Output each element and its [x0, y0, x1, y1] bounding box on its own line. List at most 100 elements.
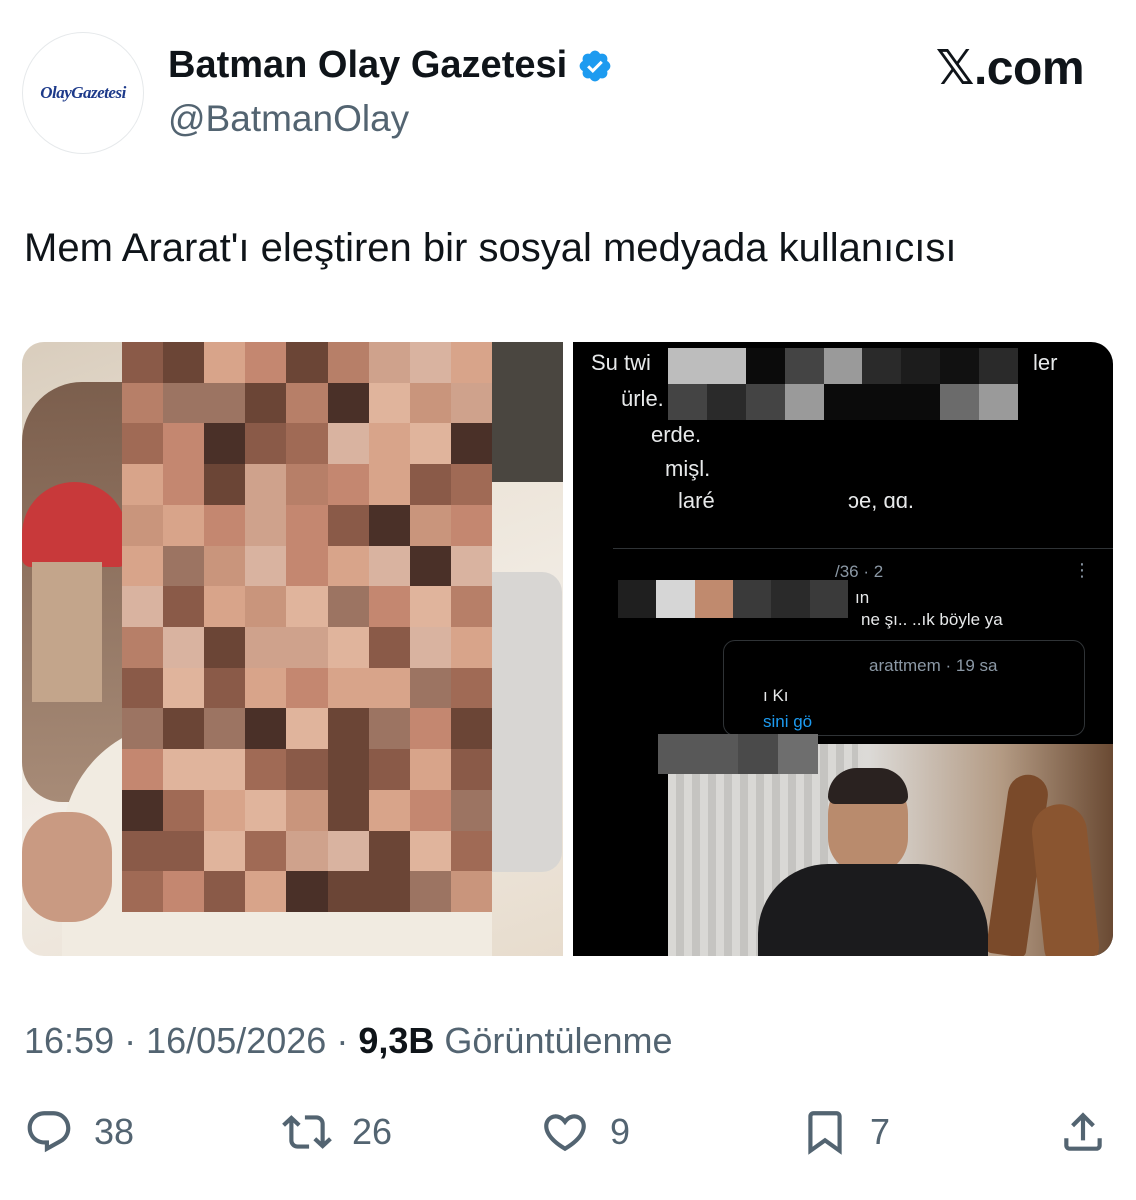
- mosaic-block: [940, 348, 980, 384]
- mosaic-block: [450, 749, 492, 790]
- mosaic-block: [409, 464, 451, 505]
- media-photo-left[interactable]: [22, 342, 563, 956]
- mosaic-block: [409, 627, 451, 668]
- mosaic-block: [450, 504, 492, 546]
- mosaic-block: [122, 749, 164, 790]
- pixelated-avatar-mosaic: [658, 734, 818, 774]
- mosaic-block: [327, 382, 369, 424]
- avatar[interactable]: OlayGazetesi: [22, 32, 144, 154]
- mosaic-block: [618, 580, 657, 618]
- mosaic-block: [204, 708, 246, 750]
- mosaic-block: [368, 830, 410, 872]
- photo-hand-shape: [22, 812, 112, 922]
- screenshot-quoted-link: sini gö: [763, 712, 813, 731]
- share-button[interactable]: [1058, 1100, 1108, 1164]
- screenshot-text-line-1: Su twi: [591, 350, 651, 375]
- mosaic-block: [163, 382, 205, 424]
- pixelated-username-mosaic: [668, 348, 1018, 420]
- mosaic-block: [409, 789, 451, 831]
- mosaic-block: [286, 504, 328, 546]
- mosaic-block: [122, 586, 164, 627]
- mosaic-block: [286, 382, 328, 424]
- mosaic-block: [368, 586, 410, 627]
- views-count: 9,3B: [358, 1020, 435, 1061]
- mosaic-block: [204, 545, 246, 587]
- mosaic-block: [245, 789, 287, 831]
- tweet-media[interactable]: Su twi ler ürle. erde. mişl. laré ɔe, ɑɑ…: [22, 342, 1113, 956]
- mosaic-block: [668, 384, 707, 420]
- video-man-body: [758, 864, 988, 956]
- tweet-timestamp[interactable]: 16:59 · 16/05/2026 · 9,3B Görüntülenme: [24, 1020, 673, 1062]
- mosaic-block: [368, 504, 410, 546]
- mosaic-block: [901, 384, 941, 420]
- pixelated-face-mosaic: [122, 342, 492, 912]
- tweet-text: Mem Ararat'ı eleştiren bir sosyal medyad…: [24, 226, 957, 270]
- reply-icon: [27, 1111, 71, 1153]
- mosaic-block: [286, 545, 328, 587]
- mosaic-block: [286, 708, 328, 750]
- mosaic-block: [286, 871, 328, 912]
- mosaic-block: [286, 830, 328, 872]
- screenshot-text-line-2: ürle.: [621, 386, 664, 411]
- reply-button[interactable]: 38: [24, 1100, 134, 1164]
- mosaic-block: [809, 580, 848, 618]
- video-instrument-2: [1029, 801, 1102, 956]
- mosaic-block: [409, 830, 451, 872]
- mosaic-block: [368, 627, 410, 668]
- mosaic-block: [409, 586, 451, 627]
- pixelated-reply-mosaic: [618, 580, 848, 618]
- mosaic-block: [450, 667, 492, 709]
- like-button[interactable]: 9: [540, 1100, 630, 1164]
- mosaic-block: [163, 749, 205, 790]
- mosaic-block: [163, 667, 205, 709]
- screenshot-reply-line-1: ın: [855, 588, 870, 607]
- mosaic-block: [245, 627, 287, 668]
- mosaic-block: [286, 586, 328, 627]
- mosaic-block: [409, 423, 451, 465]
- mosaic-block: [450, 382, 492, 424]
- mosaic-block: [286, 667, 328, 709]
- mosaic-block: [286, 342, 328, 383]
- mosaic-block: [745, 348, 785, 384]
- mosaic-block: [204, 342, 246, 383]
- bookmark-button[interactable]: 7: [800, 1100, 890, 1164]
- mosaic-block: [245, 382, 287, 424]
- repost-count: 26: [352, 1111, 393, 1152]
- share-icon: [1064, 1112, 1102, 1151]
- user-handle[interactable]: @BatmanOlay: [168, 98, 409, 140]
- mosaic-block: [204, 627, 246, 668]
- mosaic-block: [784, 348, 824, 384]
- mosaic-block: [204, 586, 246, 627]
- mosaic-block: [368, 545, 410, 587]
- mosaic-block: [658, 734, 698, 774]
- avatar-logo-text: OlayGazetesi: [40, 83, 126, 102]
- mosaic-block: [204, 464, 246, 505]
- x-com-logo: 𝕏.com: [935, 42, 1085, 95]
- mosaic-block: [327, 708, 369, 750]
- mosaic-block: [409, 342, 451, 383]
- display-name[interactable]: Batman Olay Gazetesi: [168, 44, 613, 87]
- display-name-text: Batman Olay Gazetesi: [168, 44, 568, 86]
- mosaic-block: [245, 545, 287, 587]
- mosaic-block: [732, 580, 772, 618]
- mosaic-block: [327, 627, 369, 668]
- mosaic-block: [409, 708, 451, 750]
- mosaic-block: [245, 830, 287, 872]
- repost-button[interactable]: 26: [282, 1100, 392, 1164]
- mosaic-block: [286, 627, 328, 668]
- mosaic-block: [122, 830, 164, 872]
- mosaic-block: [163, 545, 205, 587]
- mosaic-block: [327, 504, 369, 546]
- mosaic-block: [694, 580, 733, 618]
- mosaic-block: [368, 749, 410, 790]
- screenshot-quoted-meta: arattmem · 19 sa: [869, 656, 998, 675]
- bookmark-icon: [808, 1111, 842, 1155]
- mosaic-block: [327, 586, 369, 627]
- media-screenshot-right[interactable]: Su twi ler ürle. erde. mişl. laré ɔe, ɑɑ…: [573, 342, 1113, 956]
- mosaic-block: [286, 789, 328, 831]
- screenshot-text-line-4: mişl.: [665, 456, 711, 481]
- mosaic-block: [409, 504, 451, 546]
- mosaic-block: [450, 464, 492, 505]
- mosaic-block: [901, 348, 941, 384]
- mosaic-block: [204, 789, 246, 831]
